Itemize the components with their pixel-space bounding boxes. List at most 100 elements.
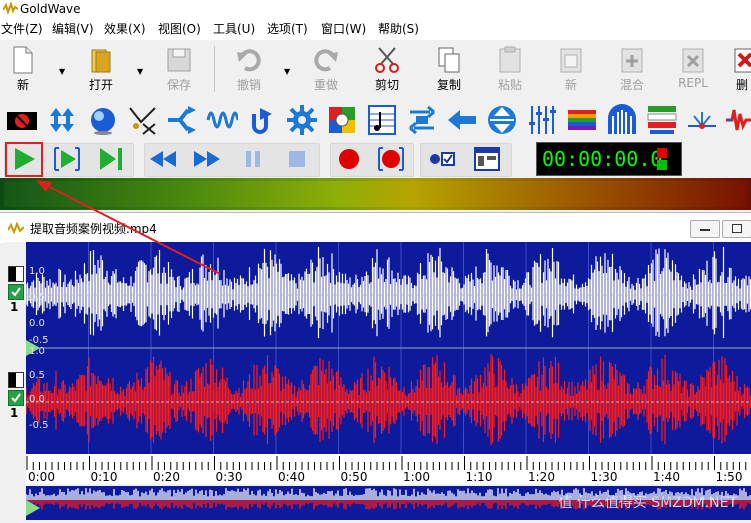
timeline-label: 0:50 [340, 470, 368, 484]
paste-button[interactable]: 粘贴 [487, 42, 533, 98]
rewind-button[interactable] [148, 144, 178, 174]
barrier-icon[interactable] [606, 104, 638, 136]
record-selection-button[interactable] [376, 144, 406, 174]
channel-split-icon[interactable] [166, 104, 198, 136]
stretch-arrows-icon[interactable] [406, 104, 438, 136]
stop-button[interactable] [282, 144, 312, 174]
play-button[interactable] [9, 144, 39, 174]
waveform-display[interactable]: 1.0 0.5 0.0 -0.5 1.0 0.5 0.0 -0.5 [25, 242, 751, 454]
new-dropdown-icon[interactable]: ▼ [59, 67, 67, 76]
level-overview-bar[interactable] [0, 178, 751, 210]
title-bar: GoldWave [0, 0, 751, 18]
channel-left-controls: 1 [4, 242, 26, 350]
overview-waveform[interactable]: 值 什么值得买 SMZDM.NET [25, 486, 751, 520]
effects-toolbar [0, 100, 751, 140]
sound-file-icon [8, 222, 24, 234]
new-file-icon [13, 46, 33, 74]
timeline-label: 0:30 [215, 470, 243, 484]
pause-button[interactable] [238, 144, 268, 174]
channel-left-enable-checkbox[interactable] [8, 284, 24, 300]
amplitude-scale-label: 0.0 [29, 318, 45, 329]
open-button[interactable]: 打开 [78, 42, 124, 98]
loop-icon[interactable] [246, 104, 278, 136]
timeline-label: 0:20 [153, 470, 180, 484]
pitch-icon[interactable] [646, 104, 678, 136]
reverse-arrow-icon[interactable] [446, 104, 478, 136]
paste-new-icon [560, 48, 582, 73]
timeline-label: 0:10 [90, 470, 118, 484]
menu-edit[interactable]: 编辑(V) [52, 18, 94, 40]
save-disk-icon [167, 48, 191, 72]
invert-icon[interactable] [486, 104, 518, 136]
maximize-button[interactable] [722, 220, 751, 238]
compressor-icon[interactable] [127, 104, 159, 136]
play-to-end-button[interactable] [96, 144, 126, 174]
delete-button[interactable]: 删 [727, 42, 751, 98]
new-button[interactable]: 新 [0, 42, 46, 98]
channel-left-select-box[interactable] [8, 266, 24, 282]
amplitude-scale-label: 0.0 [29, 394, 45, 405]
minimize-button[interactable] [690, 220, 720, 238]
channel-right-controls: 1 [4, 350, 26, 454]
maximize-icon [732, 224, 742, 233]
timeline-ticks [26, 456, 747, 470]
waveform-icon[interactable] [206, 104, 238, 136]
record-button[interactable] [334, 144, 364, 174]
replace-button[interactable]: REPL [670, 42, 716, 98]
amplitude-scale-label: 1.0 [29, 346, 45, 357]
control-window-button[interactable] [472, 144, 502, 174]
noise-icon[interactable] [724, 104, 751, 136]
undo-dropdown-icon[interactable]: ▼ [284, 67, 292, 76]
time-display: 00:00:00.0 [536, 142, 682, 176]
music-note-icon[interactable] [366, 104, 398, 136]
paste-icon [499, 46, 521, 73]
menu-options[interactable]: 选项(T) [267, 18, 308, 40]
timeline-label: 0:40 [278, 470, 305, 484]
menu-effects[interactable]: 效果(X) [104, 18, 146, 40]
timeline-label: 1:30 [590, 470, 618, 484]
scissors-icon [375, 47, 399, 73]
equalizer-icon[interactable] [526, 104, 558, 136]
fast-forward-button[interactable] [192, 144, 222, 174]
menu-window[interactable]: 窗口(W) [321, 18, 366, 40]
color-cube-icon[interactable] [326, 104, 358, 136]
sound-window: 提取音频案例视频.mp4 1 1 1.0 0.5 0.0 -0.5 1.0 0.5 0.0-… [0, 212, 751, 520]
copy-icon [438, 47, 460, 73]
stop-effect-icon[interactable] [6, 104, 38, 136]
mix-button[interactable]: 混合 [609, 42, 655, 98]
spectrum-icon[interactable] [566, 104, 598, 136]
open-dropdown-icon[interactable]: ▼ [137, 67, 145, 76]
play-selection-button[interactable] [52, 144, 82, 174]
menu-view[interactable]: 视图(O) [158, 18, 201, 40]
gear-effect-icon[interactable] [286, 104, 318, 136]
save-button[interactable]: 保存 [156, 42, 202, 98]
undo-icon [237, 49, 261, 72]
paste-new-button[interactable]: 新 [548, 42, 594, 98]
spark-icon[interactable] [686, 104, 718, 136]
sound-window-titlebar: 提取音频案例视频.mp4 [0, 212, 751, 243]
play-indicator [657, 160, 667, 170]
volume-arrows-icon[interactable] [46, 104, 78, 136]
echo-ball-icon[interactable] [87, 104, 119, 136]
redo-button[interactable]: 重做 [303, 42, 349, 98]
goldwave-logo-icon [3, 2, 18, 15]
replace-icon [682, 48, 704, 73]
minimize-icon [700, 229, 710, 231]
amplitude-scale-label: 0.5 [29, 370, 45, 381]
timeline-label: 1:20 [528, 470, 555, 484]
channel-right-select-box[interactable] [8, 372, 24, 388]
menu-help[interactable]: 帮助(S) [378, 18, 419, 40]
level-overview-fill [4, 181, 747, 207]
channel-right-number: 1 [10, 406, 19, 420]
mix-icon [621, 48, 643, 73]
menu-tools[interactable]: 工具(U) [213, 18, 255, 40]
copy-button[interactable]: 复制 [426, 42, 472, 98]
monitor-record-button[interactable] [426, 144, 456, 174]
waveform-canvas[interactable]: 1.00.50.0-0.51.00.50.0-0.5 [25, 242, 751, 454]
channel-right-enable-checkbox[interactable] [8, 390, 24, 406]
timeline-label: 1:00 [403, 470, 430, 484]
timeline-ruler[interactable]: 0:00 0:10 0:20 0:30 0:40 0:50 1:00 1:10 1:20 1:30… [26, 454, 751, 484]
menu-file[interactable]: 文件(Z) [1, 18, 43, 40]
cut-button[interactable]: 剪切 [364, 42, 410, 98]
undo-button[interactable]: 撤销 [226, 42, 272, 98]
